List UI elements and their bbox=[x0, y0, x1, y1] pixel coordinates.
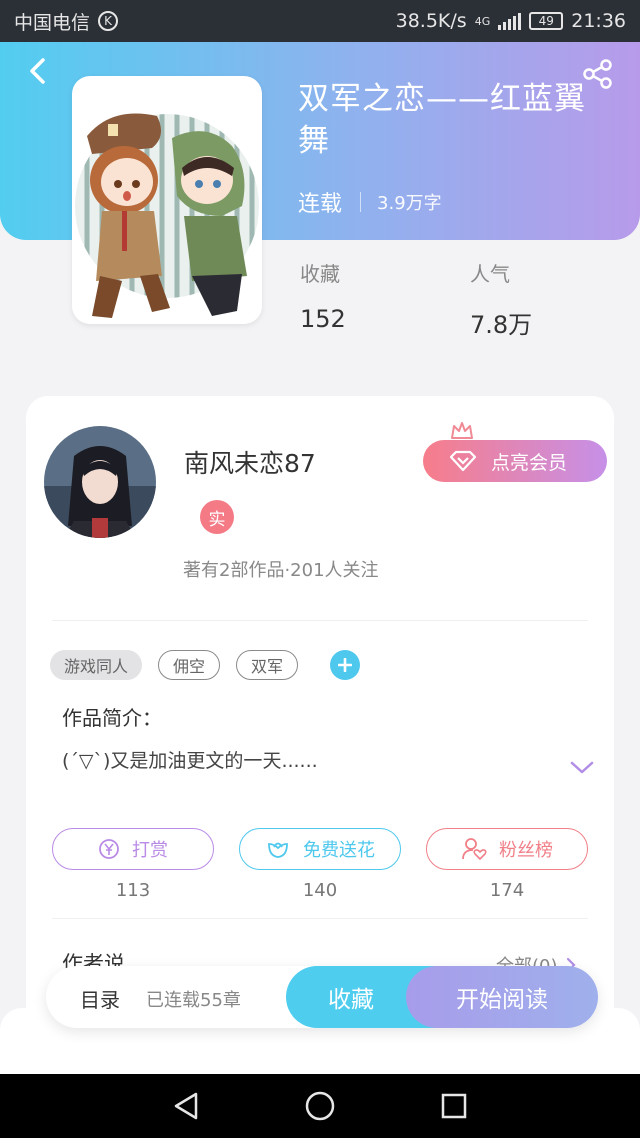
recents-square-icon[interactable] bbox=[440, 1092, 468, 1120]
vip-button[interactable]: 点亮会员 bbox=[423, 440, 607, 482]
fan-ranking-label: 粉丝榜 bbox=[499, 840, 553, 861]
clock: 21:36 bbox=[571, 10, 626, 32]
stat-value: 7.8万 bbox=[470, 311, 533, 339]
bottom-action-bar: 目录 已连载55章 收藏 开始阅读 bbox=[46, 966, 598, 1028]
stat-popularity: 人气 7.8万 bbox=[470, 258, 532, 340]
word-count: 3.9万字 bbox=[377, 193, 442, 214]
send-flower-label: 免费送花 bbox=[303, 840, 375, 861]
verified-badge: 实 bbox=[200, 500, 234, 534]
status-bar: 中国电信 K 38.5K/s 4G 49 21:36 bbox=[0, 0, 640, 42]
diamond-icon bbox=[449, 450, 477, 472]
stat-label: 收藏 bbox=[300, 262, 340, 286]
fan-count: 174 bbox=[489, 880, 525, 901]
signal-icon bbox=[498, 12, 522, 30]
flower-icon bbox=[268, 842, 288, 858]
fan-ranking-button[interactable]: 粉丝榜 bbox=[426, 828, 588, 870]
expand-intro-button[interactable] bbox=[570, 760, 594, 779]
yen-coin-icon bbox=[99, 839, 119, 859]
add-tag-button[interactable] bbox=[330, 650, 361, 680]
book-meta: 连载 3.9万字 bbox=[298, 186, 442, 218]
chapter-count: 已连载55章 bbox=[146, 990, 241, 1011]
back-button[interactable] bbox=[22, 56, 52, 86]
reward-button[interactable]: 打赏 bbox=[52, 828, 214, 870]
collect-label: 收藏 bbox=[328, 987, 374, 1013]
tag[interactable]: 佣空 bbox=[158, 650, 221, 680]
chevron-down-icon bbox=[570, 761, 594, 774]
network-type: 4G bbox=[474, 14, 491, 28]
carrier-badge-icon: K bbox=[98, 11, 119, 31]
book-cover[interactable] bbox=[72, 76, 262, 324]
meta-divider bbox=[360, 192, 362, 212]
divider bbox=[52, 620, 588, 621]
send-flower-button[interactable]: 免费送花 bbox=[239, 828, 401, 870]
tag[interactable]: 双军 bbox=[236, 650, 299, 680]
reward-label: 打赏 bbox=[132, 840, 168, 861]
tag[interactable]: 游戏同人 bbox=[50, 650, 143, 680]
back-arrow-icon bbox=[30, 58, 45, 84]
author-avatar[interactable] bbox=[44, 426, 156, 538]
net-speed: 38.5K/s bbox=[395, 10, 467, 32]
system-nav-bar bbox=[0, 1074, 640, 1138]
author-summary: 著有2部作品·201人关注 bbox=[183, 560, 379, 581]
author-name[interactable]: 南风未恋87 bbox=[184, 444, 316, 480]
vip-button-label: 点亮会员 bbox=[491, 451, 568, 474]
stat-value: 152 bbox=[300, 305, 346, 333]
crown-icon bbox=[451, 422, 473, 439]
home-circle-icon[interactable] bbox=[304, 1090, 336, 1122]
flower-count: 140 bbox=[302, 880, 338, 901]
battery-icon: 49 bbox=[529, 12, 564, 30]
book-title: 双军之恋——红蓝翼舞 bbox=[298, 81, 586, 159]
tag-list: 游戏同人 佣空 双军 bbox=[50, 650, 361, 680]
back-triangle-icon[interactable] bbox=[172, 1091, 200, 1121]
start-reading-button[interactable]: 开始阅读 bbox=[406, 966, 598, 1028]
stat-label: 人气 bbox=[470, 262, 510, 286]
intro-text: (´▽`)又是加油更文的一天...... bbox=[62, 750, 318, 772]
serial-status: 连载 bbox=[298, 192, 343, 217]
stat-collections: 收藏 152 bbox=[300, 258, 346, 333]
divider bbox=[52, 918, 588, 919]
author-avatar-image bbox=[44, 426, 156, 538]
toc-button[interactable]: 目录 bbox=[80, 984, 120, 1013]
start-reading-label: 开始阅读 bbox=[456, 987, 548, 1013]
intro-heading: 作品简介： bbox=[62, 706, 162, 730]
carrier-name: 中国电信 bbox=[14, 11, 91, 34]
reward-count: 113 bbox=[115, 880, 151, 901]
book-cover-illustration bbox=[75, 113, 259, 318]
user-heart-icon bbox=[462, 838, 487, 861]
book-detail-card: 南风未恋87 实 著有2部作品·201人关注 点亮会员 游戏同人 佣空 双军 作… bbox=[26, 396, 614, 1056]
plus-icon bbox=[338, 658, 353, 672]
